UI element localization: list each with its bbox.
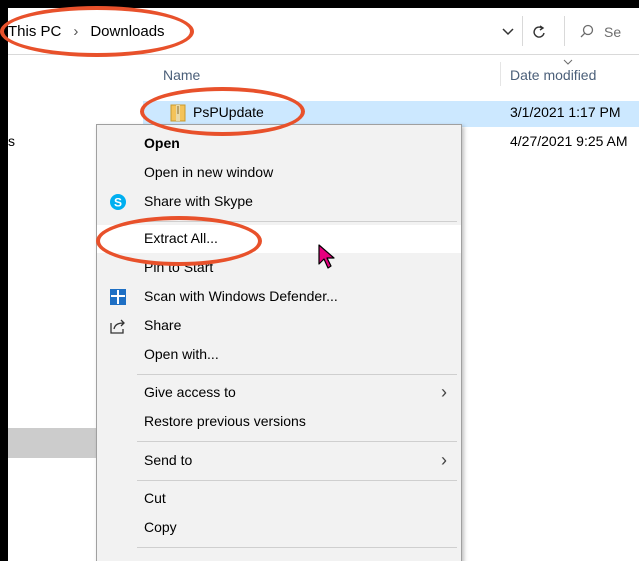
menu-item-open-new-window[interactable]: Open in new window [97, 159, 461, 187]
column-divider[interactable] [500, 62, 501, 86]
annotation-ring-extract-all [96, 216, 262, 266]
file-date-modified: 3/1/2021 1:17 PM [510, 104, 621, 120]
menu-item-open[interactable]: Open [97, 130, 461, 158]
submenu-arrow-icon: › [441, 450, 447, 470]
menu-separator [137, 441, 457, 442]
nav-pane-selected-item[interactable] [8, 428, 96, 458]
menu-item-open-with[interactable]: Open with... [97, 341, 461, 369]
screenshot-stage: This PC › Downloads Se Name Date modifie… [0, 0, 639, 561]
menu-item-label: Share [144, 317, 182, 333]
search-input[interactable]: Se [580, 20, 621, 44]
annotation-ring-file [140, 87, 305, 136]
menu-item-label: Open in new window [144, 164, 274, 180]
share-icon [109, 317, 127, 335]
menu-item-label: Give access to [144, 384, 236, 400]
menu-item-restore-versions[interactable]: Restore previous versions [97, 408, 461, 436]
submenu-arrow-icon: › [441, 382, 447, 402]
file-date-modified: 4/27/2021 9:25 AM [510, 133, 628, 149]
search-placeholder: Se [604, 24, 622, 40]
column-header-date-modified[interactable]: Date modified [510, 67, 596, 83]
menu-item-label: Restore previous versions [144, 413, 306, 429]
search-icon [580, 24, 594, 41]
svg-text:S: S [114, 196, 122, 210]
skype-icon: S [109, 193, 127, 211]
menu-item-label: Open with... [144, 346, 219, 362]
menu-item-label: Cut [144, 490, 166, 506]
menu-item-cut[interactable]: Cut [97, 485, 461, 513]
menu-item-give-access[interactable]: Give access to › [97, 379, 461, 407]
mouse-cursor-icon [318, 244, 336, 275]
chevron-down-icon[interactable] [498, 22, 518, 42]
divider [564, 16, 565, 46]
windows-defender-icon [109, 288, 127, 306]
menu-separator [137, 547, 457, 548]
menu-item-label: Share with Skype [144, 193, 253, 209]
menu-separator [137, 480, 457, 481]
divider [522, 16, 523, 46]
sort-indicator-icon [563, 57, 573, 67]
menu-item-label: Scan with Windows Defender... [144, 288, 338, 304]
menu-item-copy[interactable]: Copy [97, 514, 461, 542]
annotation-ring-breadcrumb [0, 6, 194, 57]
menu-item-share[interactable]: Share [97, 312, 461, 340]
nav-pane-item-label[interactable]: s [8, 133, 15, 149]
menu-item-send-to[interactable]: Send to › [97, 447, 461, 475]
context-menu: Open Open in new window S Share with Sky… [96, 124, 462, 561]
menu-item-label: Send to [144, 452, 193, 468]
menu-separator [137, 374, 457, 375]
menu-item-scan-defender[interactable]: Scan with Windows Defender... [97, 283, 461, 311]
menu-item-share-skype[interactable]: S Share with Skype [97, 188, 461, 216]
refresh-icon[interactable] [528, 20, 552, 44]
menu-item-label: Open [144, 135, 180, 151]
column-header-name[interactable]: Name [163, 67, 200, 83]
menu-item-label: Copy [144, 519, 177, 535]
